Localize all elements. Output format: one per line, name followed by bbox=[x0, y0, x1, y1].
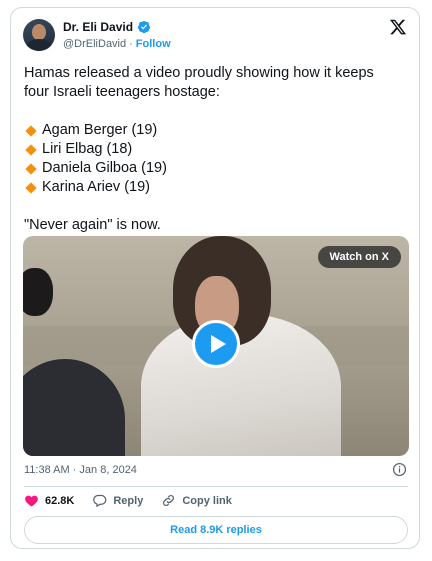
follow-button[interactable]: Follow bbox=[136, 38, 171, 50]
info-icon[interactable] bbox=[392, 462, 407, 477]
author-name[interactable]: Dr. Eli David bbox=[63, 20, 133, 34]
figure-body bbox=[23, 359, 125, 456]
action-bar: 62.8K Reply Copy link bbox=[24, 493, 250, 508]
tweet-text: Hamas released a video proudly showing h… bbox=[24, 64, 404, 235]
author-name-row: Dr. Eli David bbox=[63, 20, 151, 34]
like-button[interactable]: 62.8K bbox=[24, 493, 74, 508]
copy-link-label: Copy link bbox=[182, 494, 232, 507]
separator-dot: · bbox=[129, 38, 133, 50]
orange-diamond-icon bbox=[25, 181, 37, 194]
video-player[interactable]: Watch on X bbox=[23, 236, 409, 456]
hostage-name: Liri Elbag (18) bbox=[42, 141, 133, 157]
x-logo-icon[interactable] bbox=[389, 18, 407, 36]
author-handle[interactable]: @DrEliDavid bbox=[63, 38, 126, 50]
play-icon bbox=[211, 335, 226, 353]
tweet-closing: "Never again" is now. bbox=[24, 217, 161, 233]
tweet-line-1: Hamas released a video proudly showing h… bbox=[24, 65, 374, 81]
heart-icon bbox=[25, 495, 38, 507]
tweet-timestamp[interactable]: 11:38 AM · Jan 8, 2024 bbox=[24, 464, 137, 476]
hostage-name: Karina Ariev (19) bbox=[42, 179, 150, 195]
reply-icon bbox=[93, 494, 107, 508]
orange-diamond-icon bbox=[25, 143, 37, 156]
list-item: Liri Elbag (18) bbox=[24, 140, 404, 159]
hostage-name: Agam Berger (19) bbox=[42, 122, 158, 138]
tweet-line-2: four Israeli teenagers hostage: bbox=[24, 84, 220, 100]
hostage-name: Daniela Gilboa (19) bbox=[42, 160, 167, 176]
author-handle-row: @DrEliDavid · Follow bbox=[63, 38, 171, 50]
read-replies-button[interactable]: Read 8.9K replies bbox=[24, 516, 408, 544]
avatar[interactable] bbox=[23, 19, 55, 51]
text-gap bbox=[24, 102, 404, 121]
link-icon bbox=[163, 495, 175, 506]
video-figure-left bbox=[23, 264, 125, 456]
tweet-card: Dr. Eli David @DrEliDavid · Follow Hamas… bbox=[10, 7, 420, 549]
orange-diamond-icon bbox=[25, 124, 37, 137]
avatar-face bbox=[32, 24, 46, 40]
divider bbox=[24, 486, 408, 487]
avatar-body bbox=[26, 39, 52, 51]
reply-label: Reply bbox=[113, 494, 144, 507]
reply-button[interactable]: Reply bbox=[92, 493, 143, 508]
copy-link-button[interactable]: Copy link bbox=[161, 493, 232, 508]
watch-on-x-button[interactable]: Watch on X bbox=[317, 246, 401, 268]
list-item: Agam Berger (19) bbox=[24, 121, 404, 140]
play-button[interactable] bbox=[192, 320, 240, 368]
text-gap bbox=[24, 197, 404, 216]
verified-badge-icon bbox=[137, 20, 151, 34]
figure-head bbox=[23, 268, 53, 316]
like-count: 62.8K bbox=[45, 494, 75, 507]
list-item: Daniela Gilboa (19) bbox=[24, 159, 404, 178]
orange-diamond-icon bbox=[25, 162, 37, 175]
list-item: Karina Ariev (19) bbox=[24, 178, 404, 197]
